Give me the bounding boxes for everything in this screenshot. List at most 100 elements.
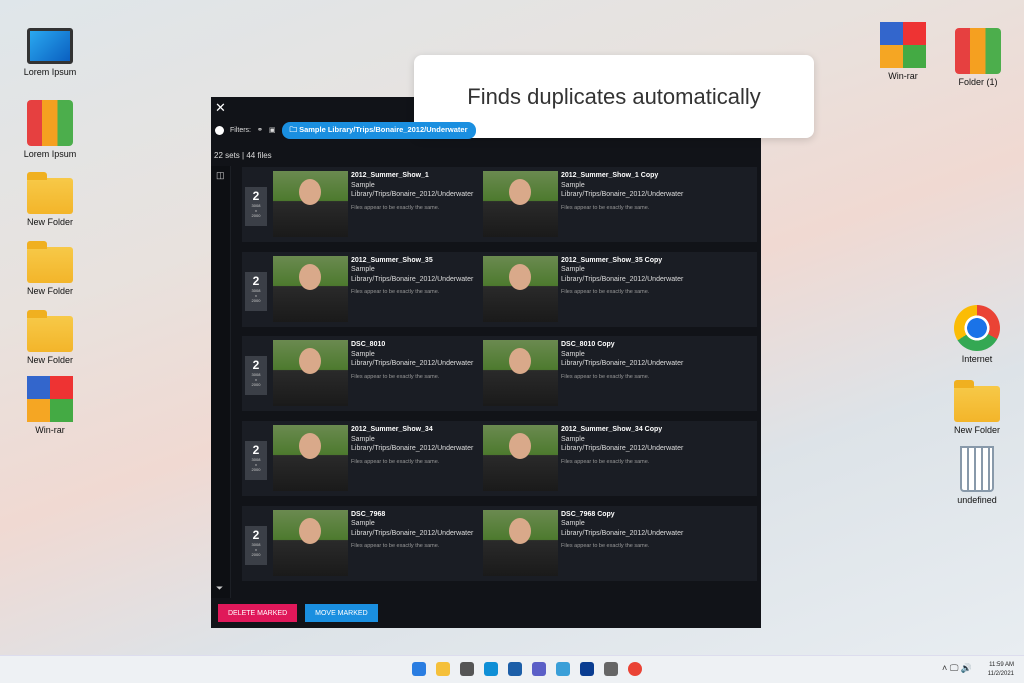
path-chip-label: Sample Library/Trips/Bonaire_2012/Underw… <box>299 124 468 134</box>
binder-icon <box>27 100 73 146</box>
match-note: Files appear to be exactly the same. <box>561 373 650 380</box>
taskbar: ˄ 🖵 🔊 11:59 AM 11/2/2021 <box>0 655 1024 683</box>
desktop-icon-label: Lorem Ipsum <box>23 149 77 159</box>
file-path: Sample <box>351 435 375 443</box>
file-path: Sample <box>351 350 375 358</box>
filter-icon[interactable]: ⏷ <box>216 583 223 594</box>
delete-marked-button[interactable]: DELETE MARKED <box>218 604 298 622</box>
match-note: Files appear to be exactly the same. <box>351 543 440 550</box>
duplicate-file-item[interactable]: 2012_Summer_Show_1 Copy Sample Library/Tri… <box>483 171 693 237</box>
store-taskbar-icon[interactable] <box>508 662 522 676</box>
camera-filter-icon[interactable]: ▣ <box>269 126 276 134</box>
match-note: Files appear to be exactly the same. <box>351 289 440 296</box>
match-note: Files appear to be exactly the same. <box>561 543 650 550</box>
file-name: DSC_8010 Copy <box>561 341 615 349</box>
photo-thumbnail[interactable] <box>483 340 558 407</box>
file-path-cont: Library/Trips/Bonaire_2012/Underwater <box>561 360 684 368</box>
move-marked-button[interactable]: MOVE MARKED <box>305 604 378 622</box>
close-icon[interactable]: ✕ <box>215 100 226 116</box>
file-name: 2012_Summer_Show_1 <box>351 172 429 179</box>
duplicate-file-item[interactable]: DSC_8010 Sample Library/Trips/Bonaire_2012… <box>273 340 483 407</box>
filters-label: Filters: <box>230 126 251 134</box>
set-count-badge: 2 3008 x 2000 <box>245 187 267 226</box>
desktop-left-icon-5[interactable]: Win-rar <box>15 376 85 435</box>
desktop-right-icon-3[interactable]: New Folder <box>942 376 1012 435</box>
file-name: 2012_Summer_Show_34 <box>351 426 433 434</box>
file-name: 2012_Summer_Show_35 <box>351 256 433 264</box>
binder-icon <box>955 28 1001 74</box>
file-path-cont: Library/Trips/Bonaire_2012/Underwater <box>351 191 474 198</box>
duplicate-file-item[interactable]: 2012_Summer_Show_1 Sample Library/Trips/Bo… <box>273 171 483 237</box>
duplicate-file-item[interactable]: DSC_8010 Copy Sample Library/Trips/Bonaire… <box>483 340 693 407</box>
file-path: Sample <box>351 520 375 528</box>
photo-thumbnail[interactable] <box>273 340 348 407</box>
set-count-badge: 2 3008 x 2000 <box>245 441 267 481</box>
folder-icon <box>27 241 73 283</box>
duplicates-window: ✕ Filters: ⚭ ▣ 🗀 Sample Library/Trips/Bo… <box>211 97 761 628</box>
file-path: Sample <box>561 181 585 189</box>
photo-thumbnail[interactable] <box>483 509 558 576</box>
duplicate-file-item[interactable]: 2012_Summer_Show_34 Sample Library/Trips/B… <box>273 425 483 492</box>
file-path-cont: Library/Trips/Bonaire_2012/Underwater <box>561 529 684 537</box>
file-name: 2012_Summer_Show_34 Copy <box>561 426 663 434</box>
file-name: DSC_8010 <box>351 341 386 349</box>
duplicate-set-row[interactable]: 2 3008 x 2000 2012_Summer_Show_35 Sample Libra… <box>242 251 757 327</box>
path-filter-chip[interactable]: 🗀 Sample Library/Trips/Bonaire_2012/Unde… <box>281 121 476 139</box>
set-count-badge: 2 3008 x 2000 <box>245 271 267 311</box>
file-name: 2012_Summer_Show_1 Copy <box>561 172 659 179</box>
desktop-left-icon-3[interactable]: New Folder <box>15 237 85 296</box>
teams-taskbar-icon[interactable] <box>532 662 546 676</box>
duplicate-file-item[interactable]: 2012_Summer_Show_35 Copy Sample Library/Tr… <box>483 255 693 322</box>
match-note: Files appear to be exactly the same. <box>351 458 440 465</box>
match-note: Files appear to be exactly the same. <box>561 458 650 465</box>
time: 11:59 AM <box>989 662 1014 668</box>
desktop-right-icon-4[interactable]: undefined <box>942 446 1012 505</box>
duplicate-file-item[interactable]: DSC_7968 Copy Sample Library/Trips/Bonaire… <box>483 509 693 576</box>
app-taskbar-icon[interactable] <box>556 662 570 676</box>
desktop-icon-label: undefined <box>957 495 997 505</box>
desktop-left-icon-4[interactable]: New Folder <box>15 306 85 365</box>
link-icon[interactable]: ⚭ <box>257 126 263 134</box>
duplicate-finder-taskbar-icon[interactable] <box>580 662 594 676</box>
file-path-cont: Library/Trips/Bonaire_2012/Underwater <box>351 275 474 283</box>
camera-taskbar-icon[interactable] <box>460 662 474 676</box>
winrar-icon <box>27 376 73 422</box>
photo-thumbnail[interactable] <box>483 425 558 492</box>
file-path-cont: Library/Trips/Bonaire_2012/Underwater <box>561 275 684 283</box>
duplicate-set-row[interactable]: 2 3008 x 2000 2012_Summer_Show_34 Sample Libra… <box>242 421 757 497</box>
duplicate-set-row[interactable]: 2 3008 x 2000 DSC_7968 Sample Library/Trips/Bo… <box>242 505 757 581</box>
duplicate-file-item[interactable]: 2012_Summer_Show_35 Sample Library/Trips/B… <box>273 255 483 322</box>
panel-toggle-icon[interactable]: ◫ <box>216 170 225 181</box>
desktop-left-icon-1[interactable]: Lorem Ipsum <box>15 100 85 159</box>
photo-thumbnail[interactable] <box>483 171 558 237</box>
file-explorer-taskbar-icon[interactable] <box>436 662 450 676</box>
settings-taskbar-icon[interactable] <box>604 662 618 676</box>
chrome-taskbar-icon[interactable] <box>628 662 642 676</box>
match-note: Files appear to be exactly the same. <box>561 204 650 211</box>
start-taskbar-icon[interactable] <box>412 662 426 676</box>
photo-thumbnail[interactable] <box>273 509 348 576</box>
clear-filter-icon[interactable] <box>215 125 224 135</box>
file-path: Sample <box>561 520 585 528</box>
desktop-left-icon-2[interactable]: New Folder <box>15 168 85 227</box>
photo-thumbnail[interactable] <box>273 255 348 322</box>
set-count-badge: 2 3008 x 2000 <box>245 525 267 565</box>
edge-taskbar-icon[interactable] <box>484 662 498 676</box>
desktop-left-icon-0[interactable]: Lorem Ipsum <box>15 28 85 77</box>
desktop-right-icon-2[interactable]: Internet <box>942 305 1012 364</box>
desktop-right-icon-0[interactable]: Win-rar <box>868 22 938 81</box>
duplicate-file-item[interactable]: DSC_7968 Sample Library/Trips/Bonaire_2012… <box>273 509 483 576</box>
desktop-right-icon-1[interactable]: Folder (1) <box>943 28 1013 87</box>
recycle-bin-icon <box>960 446 994 492</box>
clock[interactable]: 11:59 AM 11/2/2021 <box>988 661 1014 679</box>
duplicate-file-item[interactable]: 2012_Summer_Show_34 Copy Sample Library/Tr… <box>483 425 693 492</box>
photo-thumbnail[interactable] <box>273 425 348 492</box>
photo-thumbnail[interactable] <box>273 171 348 237</box>
desktop-icon-label: Internet <box>961 354 993 364</box>
duplicate-set-row[interactable]: 2 3008 x 2000 2012_Summer_Show_1 Sample Librar… <box>242 167 757 242</box>
photo-thumbnail[interactable] <box>483 255 558 322</box>
duplicate-set-row[interactable]: 2 3008 x 2000 DSC_8010 Sample Library/Trips/Bo… <box>242 336 757 412</box>
system-tray-icons[interactable]: ˄ 🖵 🔊 <box>942 663 972 674</box>
summary-count: 22 sets | 44 files <box>214 151 272 160</box>
folder-icon <box>954 380 1000 422</box>
